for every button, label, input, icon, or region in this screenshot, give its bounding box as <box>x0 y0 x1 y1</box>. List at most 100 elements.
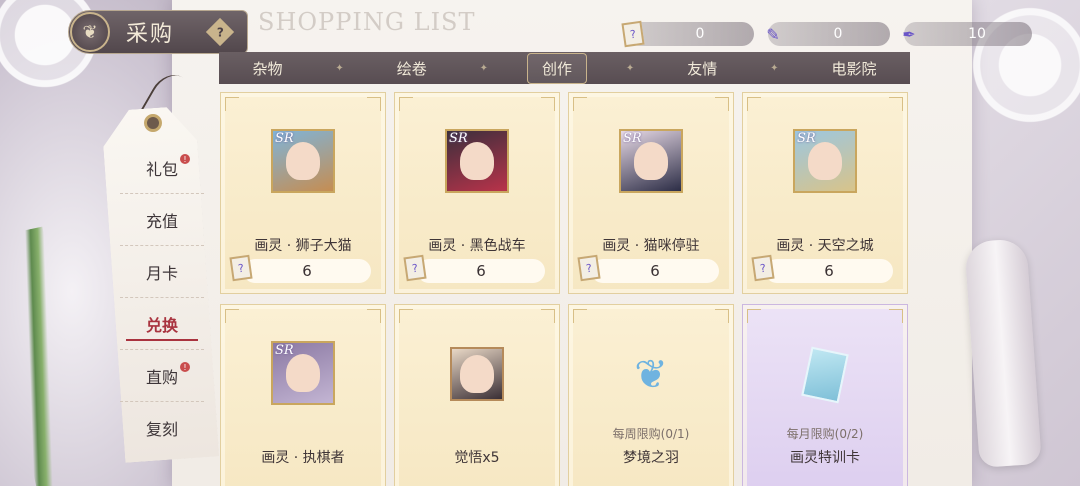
rarity-label: SR <box>275 131 294 146</box>
item-name: 画灵特训卡 <box>790 450 860 466</box>
active-underline <box>126 339 198 341</box>
price-value: 6 <box>650 262 660 280</box>
purchase-limit: 每月限购(0/2) <box>786 427 864 441</box>
corner-ornament <box>573 97 587 111</box>
shop-item-grid: SR 画灵 · 狮子大猫 6 ? SR 画灵 · 黑色战车 6 ? SR 画灵 … <box>220 92 910 486</box>
side-menu: 礼包 ! 充值 月卡 兑换 直购 ! 复刻 <box>120 142 204 454</box>
tag-hole <box>144 114 162 132</box>
sidebar-item-monthly-card[interactable]: 月卡 <box>120 246 204 298</box>
corner-ornament <box>367 309 381 323</box>
shop-item-card[interactable]: SR 画灵 · 执棋者 <box>220 304 386 486</box>
tab-separator-icon: ✦ <box>479 62 489 74</box>
rarity-label: SR <box>797 131 816 146</box>
price-pill: 6 <box>243 259 371 283</box>
currency-value: 0 <box>695 26 705 42</box>
title-watermark: SHOPPING LIST <box>258 8 476 36</box>
tab-creation[interactable]: 创作 <box>526 52 587 84</box>
currency-ticket: ? 0 <box>621 20 754 48</box>
ticket-icon: ? <box>403 254 427 282</box>
corner-ornament <box>715 97 729 111</box>
rarity-label: SR <box>449 131 468 146</box>
page-title: 采购 <box>126 22 175 47</box>
sidebar-item-gift-pack[interactable]: 礼包 ! <box>120 142 204 194</box>
item-name: 画灵 · 天空之城 <box>776 238 874 254</box>
corner-ornament <box>367 97 381 111</box>
dream-feather-icon: ❦ <box>634 352 668 398</box>
shop-item-card[interactable]: SR 画灵 · 猫咪停驻 6 ? <box>568 92 734 294</box>
sidebar-item-label: 兑换 <box>145 315 178 335</box>
price-pill: 6 <box>765 259 893 283</box>
corner-ornament <box>747 97 761 111</box>
ticket-icon: ? <box>229 254 253 282</box>
corner-ornament <box>747 309 761 323</box>
help-label: ? <box>216 25 224 39</box>
corner-ornament <box>225 309 239 323</box>
portrait-face <box>808 142 842 180</box>
portrait-face <box>286 142 320 180</box>
currency-quill: ✒ 10 <box>902 22 1032 46</box>
sidebar-item-direct-purchase[interactable]: 直购 ! <box>120 350 204 402</box>
shop-item-card[interactable]: SR 画灵 · 狮子大猫 6 ? <box>220 92 386 294</box>
quill-icon: ✒ <box>902 24 916 44</box>
paintbrush-card-icon: ✎ <box>766 24 780 44</box>
character-portrait: SR <box>271 341 335 405</box>
price-value: 6 <box>302 262 312 280</box>
sidebar-item-label: 礼包 <box>145 159 178 179</box>
tab-misc[interactable]: 杂物 <box>238 54 296 83</box>
corner-ornament <box>399 97 413 111</box>
portrait-face <box>460 355 494 393</box>
sidebar-item-label: 月卡 <box>145 263 178 283</box>
character-portrait: SR <box>793 129 857 193</box>
sidebar-item-recharge[interactable]: 充值 <box>120 194 204 246</box>
price-pill: 6 <box>591 259 719 283</box>
currency-value: 10 <box>968 26 986 42</box>
butterfly-emblem-icon: ❦ <box>70 12 110 52</box>
portrait-face <box>286 354 320 392</box>
shop-item-card[interactable]: 每月限购(0/2) 画灵特训卡 <box>742 304 908 486</box>
shop-item-card[interactable]: ❦ 每周限购(0/1) 梦境之羽 <box>568 304 734 486</box>
ticket-icon: ? <box>620 20 646 48</box>
notification-badge: ! <box>180 362 190 372</box>
item-name: 梦境之羽 <box>623 450 679 466</box>
shop-item-card[interactable]: SR 画灵 · 天空之城 6 ? <box>742 92 908 294</box>
tab-separator-icon: ✦ <box>770 62 779 74</box>
tab-friendship[interactable]: 友情 <box>673 54 731 83</box>
rarity-label: SR <box>275 343 294 358</box>
item-name: 画灵 · 黑色战车 <box>428 238 526 254</box>
purchase-limit: 每周限购(0/1) <box>612 427 690 441</box>
corner-ornament <box>889 309 903 323</box>
character-portrait: SR <box>271 129 335 193</box>
item-name: 画灵 · 狮子大猫 <box>254 238 352 254</box>
scroll-roll-decoration <box>964 238 1042 468</box>
category-tab-bar: 杂物 ✦ 绘卷 ✦ 创作 ✦ 友情 ✦ 电影院 <box>219 52 910 84</box>
notification-badge: ! <box>180 154 190 164</box>
sidebar-item-exchange[interactable]: 兑换 <box>120 298 204 350</box>
shop-item-card[interactable]: 觉悟x5 <box>394 304 560 486</box>
corner-ornament <box>541 97 555 111</box>
character-avatar-icon <box>450 347 504 401</box>
price-value: 6 <box>824 262 834 280</box>
corner-ornament <box>573 309 587 323</box>
tab-cinema[interactable]: 电影院 <box>817 54 890 83</box>
shop-item-card[interactable]: SR 画灵 · 黑色战车 6 ? <box>394 92 560 294</box>
currency-value: 0 <box>833 26 843 42</box>
sidebar-item-rerun[interactable]: 复刻 <box>120 402 204 454</box>
corner-ornament <box>541 309 555 323</box>
item-name: 画灵 · 执棋者 <box>261 450 345 466</box>
sidebar-item-label: 直购 <box>145 367 178 387</box>
item-name: 觉悟x5 <box>454 450 500 466</box>
lace-decoration-right <box>960 0 1080 140</box>
tab-scroll[interactable]: 绘卷 <box>383 54 441 83</box>
corner-ornament <box>889 97 903 111</box>
corner-ornament <box>399 309 413 323</box>
character-portrait: SR <box>619 129 683 193</box>
item-name: 画灵 · 猫咪停驻 <box>602 238 700 254</box>
portrait-face <box>460 142 494 180</box>
tab-separator-icon: ✦ <box>335 62 344 74</box>
rarity-label: SR <box>623 131 642 146</box>
price-pill: 6 <box>417 259 545 283</box>
ticket-icon: ? <box>577 254 601 282</box>
sidebar-item-label: 复刻 <box>145 420 178 439</box>
portrait-face <box>634 142 668 180</box>
corner-ornament <box>715 309 729 323</box>
